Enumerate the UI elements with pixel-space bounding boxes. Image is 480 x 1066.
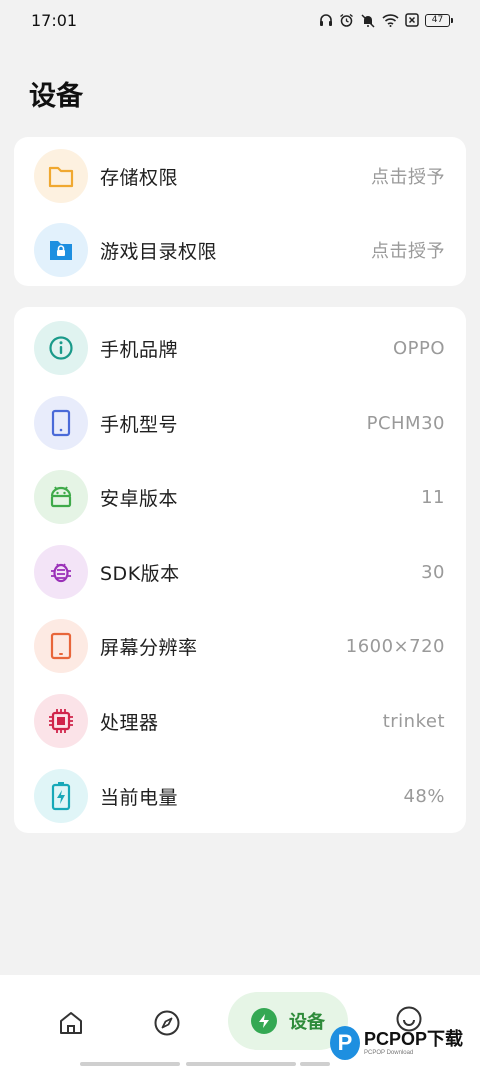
info-icon <box>49 336 73 360</box>
info-label: 屏幕分辨率 <box>100 636 198 659</box>
status-icons: 47 <box>319 13 453 28</box>
folder-icon <box>48 166 74 188</box>
gesture-bar <box>186 1062 296 1066</box>
nav-home-button[interactable] <box>52 1005 90 1041</box>
model-icon-badge <box>34 396 88 450</box>
locked-folder-icon <box>50 241 72 260</box>
info-value: PCHM30 <box>366 412 445 434</box>
brand-icon-badge <box>34 321 88 375</box>
bug-icon <box>51 563 71 583</box>
info-row-sdk-version: SDK版本 30 <box>14 542 466 602</box>
watermark-main: PCPOP下载 <box>364 1029 464 1049</box>
battery-charging-icon <box>51 782 71 811</box>
alarm-icon <box>340 13 353 27</box>
tablet-icon <box>50 632 72 660</box>
home-icon <box>60 1012 82 1034</box>
info-row-resolution: 屏幕分辨率 1600×720 <box>14 616 466 676</box>
info-label: 手机品牌 <box>100 338 179 361</box>
info-value: 11 <box>421 486 445 508</box>
info-row-model: 手机型号 PCHM30 <box>14 393 466 453</box>
info-label: 安卓版本 <box>100 487 179 510</box>
watermark-logo: P <box>330 1026 360 1060</box>
info-label: 当前电量 <box>100 786 179 809</box>
watermark-sub: PCPOP Download <box>364 1050 414 1056</box>
headphones-icon <box>320 14 332 26</box>
info-row-battery: 当前电量 48% <box>14 766 466 826</box>
watermark-text: PCPOP下载 PCPOP Download <box>364 1030 463 1056</box>
grant-storage-link[interactable]: 点击授予 <box>371 163 445 189</box>
info-label: 处理器 <box>100 711 159 734</box>
compass-icon <box>154 1010 180 1036</box>
permission-row-storage[interactable]: 存储权限 点击授予 <box>14 146 466 206</box>
page-title: 设备 <box>29 81 83 112</box>
nav-device-label: 设备 <box>289 1012 325 1033</box>
sim-x-icon <box>405 13 419 27</box>
gesture-bar <box>300 1062 330 1066</box>
info-value: 48% <box>403 785 445 807</box>
lightning-icon-badge <box>251 1008 277 1034</box>
android-icon-badge <box>34 470 88 524</box>
gesture-bar <box>80 1062 180 1066</box>
info-label: SDK版本 <box>100 562 180 585</box>
status-bar: 17:01 47 <box>0 0 480 40</box>
info-row-processor: 处理器 trinket <box>14 691 466 751</box>
watermark: P PCPOP下载 PCPOP Download <box>330 1020 480 1066</box>
chip-icon <box>49 709 73 733</box>
lightning-icon <box>259 1014 269 1028</box>
info-label: 手机型号 <box>100 413 179 436</box>
sdk-icon-badge <box>34 545 88 599</box>
wifi-icon <box>382 14 399 27</box>
device-info-card: 手机品牌 OPPO 手机型号 PCHM30 安卓版本 11 SDK版本 30 屏… <box>14 307 466 833</box>
android-icon <box>50 486 72 508</box>
permission-label: 存储权限 <box>100 166 179 189</box>
info-value: 1600×720 <box>345 635 445 657</box>
status-time: 17:01 <box>31 10 78 30</box>
permission-label: 游戏目录权限 <box>100 240 218 263</box>
resolution-icon-badge <box>34 619 88 673</box>
info-value: OPPO <box>392 337 445 359</box>
info-value: trinket <box>382 710 445 732</box>
storage-icon-badge <box>34 149 88 203</box>
permissions-card: 存储权限 点击授予 游戏目录权限 点击授予 <box>14 137 466 286</box>
nav-discover-button[interactable] <box>148 1005 186 1041</box>
processor-icon-badge <box>34 694 88 748</box>
battery-indicator: 47 <box>425 13 453 27</box>
permission-row-game-directory[interactable]: 游戏目录权限 点击授予 <box>14 220 466 280</box>
info-value: 30 <box>421 561 445 583</box>
phone-icon <box>51 409 71 437</box>
info-row-brand: 手机品牌 OPPO <box>14 318 466 378</box>
info-row-android-version: 安卓版本 11 <box>14 467 466 527</box>
grant-game-dir-link[interactable]: 点击授予 <box>371 237 445 263</box>
battery-icon-badge <box>34 769 88 823</box>
game-dir-icon-badge <box>34 223 88 277</box>
mute-icon <box>361 13 375 28</box>
